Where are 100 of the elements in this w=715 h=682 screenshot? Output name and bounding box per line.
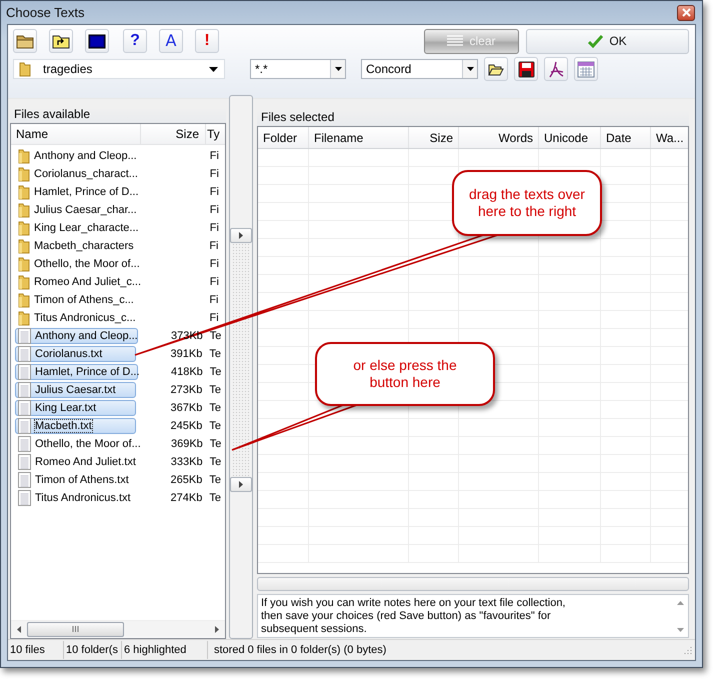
callout-bubble: or else press the button here: [315, 342, 495, 406]
file-size: 367Kb: [170, 402, 202, 414]
text-file-icon: [18, 454, 31, 470]
file-name: Romeo And Juliet.txt: [35, 456, 136, 468]
toolbar-button[interactable]: !: [195, 29, 219, 53]
toolbar-button[interactable]: A: [159, 29, 183, 53]
horizontal-scrollbar[interactable]: [11, 620, 225, 637]
right-arrow-icon: [239, 232, 243, 239]
file-list-item[interactable]: Macbeth_characters: [15, 238, 136, 254]
file-size: 273Kb: [170, 384, 202, 396]
folder-icon: [18, 148, 30, 164]
file-size: 274Kb: [170, 492, 202, 504]
toolbar-button[interactable]: [13, 29, 37, 53]
font-icon: A: [166, 32, 176, 50]
lines-icon: [447, 35, 464, 47]
file-list-item[interactable]: Othello, the Moor of...: [15, 436, 138, 452]
down-arrow-icon: [676, 628, 684, 632]
file-list-item[interactable]: Hamlet, Prince of D...: [15, 364, 138, 380]
column-header[interactable]: Name: [11, 124, 141, 144]
file-list-item[interactable]: Titus Andronicus.txt: [15, 490, 136, 506]
add-files-button[interactable]: [230, 228, 252, 243]
column-header[interactable]: Size: [141, 124, 206, 144]
file-name: Coriolanus.txt: [35, 348, 102, 360]
toolbar-button[interactable]: [85, 29, 109, 53]
text-file-icon: [18, 346, 31, 362]
folder-icon: [18, 166, 30, 182]
file-list-item[interactable]: Romeo And Juliet.txt: [15, 454, 137, 470]
file-type: Te: [208, 474, 222, 486]
file-type: Fi: [208, 150, 220, 162]
column-header[interactable]: Wa...: [651, 127, 688, 148]
file-size: 333Kb: [170, 456, 203, 468]
column-header[interactable]: Unicode: [539, 127, 601, 148]
folder-icon: [19, 61, 31, 77]
folder-icon: [18, 256, 30, 272]
file-type: Fi: [208, 186, 220, 198]
column-header[interactable]: Folder: [258, 127, 309, 148]
file-list-item[interactable]: King Lear_characte...: [15, 220, 138, 236]
file-type: Fi: [208, 258, 220, 270]
file-type: Fi: [208, 294, 220, 306]
toolbar-button[interactable]: [484, 57, 508, 81]
column-header[interactable]: Words: [459, 127, 539, 148]
text-file-icon: [18, 472, 31, 488]
file-name: Othello, the Moor of...: [35, 438, 141, 450]
screen-icon: [88, 34, 106, 48]
close-button[interactable]: [677, 4, 695, 20]
notes-text: If you wish you can write notes here on your text file collection, then save your choices (red Save button) as "favourites" for subsequent sessions.: [260, 596, 566, 637]
file-list-item[interactable]: Anthony and Cleop...: [15, 148, 138, 164]
file-type: Fi: [208, 168, 220, 180]
text-file-icon: [18, 328, 31, 344]
column-header[interactable]: Date: [601, 127, 651, 148]
notes-field[interactable]: If you wish you can write notes here on your text file collection, then save your choices (red Save button) as "favourites" for subsequent sessions.: [257, 594, 689, 638]
callout-bubble: drag the texts over here to the right: [452, 170, 602, 236]
file-list-item[interactable]: Timon of Athens_c...: [15, 292, 136, 308]
file-list-item[interactable]: King Lear.txt: [15, 400, 136, 416]
file-type: Te: [208, 456, 222, 468]
file-list-item[interactable]: Othello, the Moor of...: [15, 256, 138, 272]
file-list-item[interactable]: Julius Caesar_char...: [15, 202, 138, 218]
file-name: Julius Caesar.txt: [35, 384, 116, 396]
file-name: Anthony and Cleop...: [34, 150, 137, 162]
left-arrow-icon: [17, 626, 21, 632]
status-text: 6 highlighted: [122, 641, 208, 659]
file-name: Macbeth_characters: [34, 240, 134, 252]
column-header[interactable]: Ty: [206, 124, 225, 144]
column-header[interactable]: Filename: [309, 127, 409, 148]
file-list-item[interactable]: Coriolanus.txt: [15, 346, 136, 362]
file-list-item[interactable]: Timon of Athens.txt: [15, 472, 136, 488]
status-text: 10 folder(s: [64, 641, 122, 659]
ok-button[interactable]: OK: [526, 28, 689, 54]
folder-dropdown[interactable]: tragedies: [13, 59, 225, 79]
file-list-item[interactable]: Coriolanus_charact...: [15, 166, 138, 182]
add-files-button[interactable]: [230, 477, 252, 492]
file-name: Coriolanus_charact...: [34, 168, 138, 180]
folder-icon: [18, 184, 30, 200]
file-name: Julius Caesar_char...: [34, 204, 137, 216]
file-list-item[interactable]: Anthony and Cleop...: [15, 328, 138, 344]
file-type: Fi: [208, 222, 220, 234]
file-size: 369Kb: [170, 438, 203, 450]
save-icon: [518, 60, 534, 78]
mode-combo[interactable]: Concord: [361, 59, 478, 79]
toolbar-button[interactable]: [544, 57, 568, 81]
column-header[interactable]: Size: [409, 127, 459, 148]
file-list-item[interactable]: Titus Andronicus_c...: [15, 310, 137, 326]
right-arrow-icon: [239, 481, 243, 488]
file-list-item[interactable]: Julius Caesar.txt: [15, 382, 136, 398]
file-type: Te: [208, 330, 222, 342]
toolbar-button[interactable]: ?: [123, 29, 147, 53]
file-list-item[interactable]: Hamlet, Prince of D...: [15, 184, 138, 200]
text-file-icon: [18, 436, 31, 452]
toolbar-button[interactable]: [49, 29, 73, 53]
filter-combo[interactable]: *.*: [250, 59, 346, 79]
folder-icon: [18, 238, 30, 254]
file-name: Timon of Athens.txt: [35, 474, 129, 486]
scrollbar-thumb[interactable]: [27, 622, 124, 636]
toolbar-button[interactable]: [514, 57, 538, 81]
close-icon: [682, 8, 690, 17]
file-list-item[interactable]: Macbeth.txt: [15, 418, 136, 434]
pdf-icon: [548, 60, 564, 78]
dropdown-arrow-icon: [466, 67, 474, 71]
file-type: Fi: [208, 276, 220, 288]
resize-grip-icon: [684, 646, 692, 654]
